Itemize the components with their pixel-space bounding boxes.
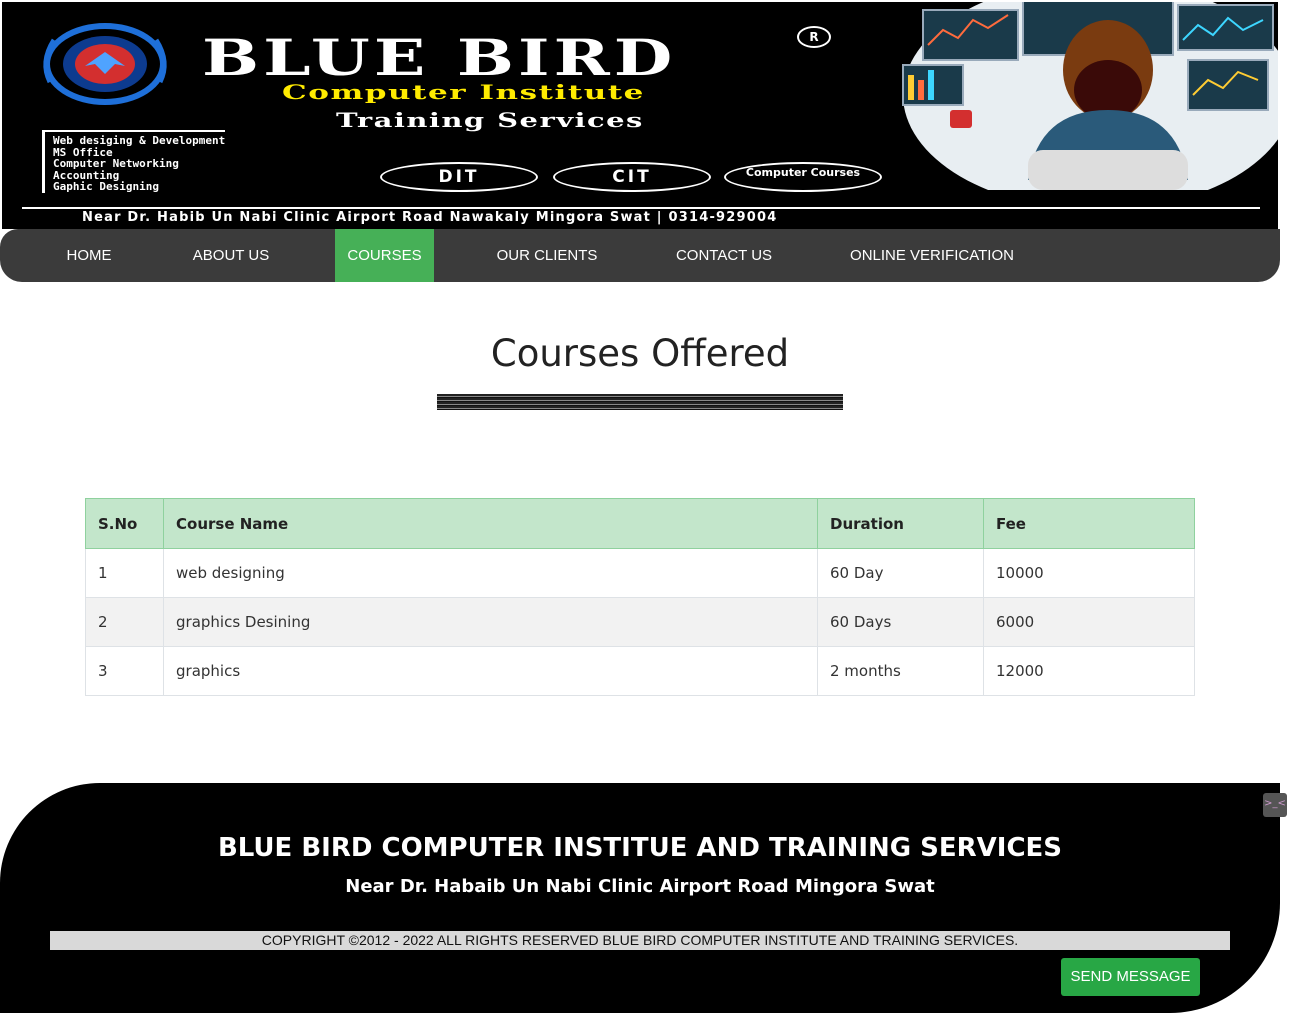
cell-fee: 12000 bbox=[983, 646, 1195, 696]
cell-duration: 60 Days bbox=[817, 597, 984, 647]
cell-fee: 10000 bbox=[983, 548, 1195, 598]
nav-item-home[interactable]: HOME bbox=[48, 229, 130, 282]
cell-course-name: web designing bbox=[163, 548, 818, 598]
cell-duration: 2 months bbox=[817, 646, 984, 696]
banner-address: Near Dr. Habib Un Nabi Clinic Airport Ro… bbox=[82, 210, 778, 225]
cell-fee: 6000 bbox=[983, 597, 1195, 647]
cell-course-name: graphics bbox=[163, 646, 818, 696]
footer-address: Near Dr. Habaib Un Nabi Clinic Airport R… bbox=[345, 876, 935, 897]
services-list: Web desiging & Development MS Office Com… bbox=[42, 130, 226, 193]
main-navigation: HOME ABOUT US COURSES OUR CLIENTS CONTAC… bbox=[0, 229, 1280, 282]
trader-illustration bbox=[902, 2, 1278, 190]
banner-divider bbox=[22, 207, 1260, 209]
program-badge-dit: DIT bbox=[380, 162, 538, 192]
table-header-row: S.No Course Name Duration Fee bbox=[85, 498, 1195, 549]
page-title: Courses Offered bbox=[490, 332, 790, 375]
service-item: Gaphic Designing bbox=[53, 180, 159, 193]
nav-item-courses[interactable]: COURSES bbox=[335, 229, 434, 282]
copyright-text: COPYRIGHT ©2012 - 2022 ALL RIGHTS RESERV… bbox=[50, 931, 1230, 950]
cell-sno: 3 bbox=[85, 646, 164, 696]
cell-course-name: graphics Desining bbox=[163, 597, 818, 647]
brand-tagline: Training Services bbox=[336, 108, 644, 132]
cell-duration: 60 Day bbox=[817, 548, 984, 598]
column-header-fee: Fee bbox=[983, 498, 1195, 549]
brand-subtitle: Computer Institute bbox=[282, 80, 645, 104]
send-message-button[interactable]: SEND MESSAGE bbox=[1061, 958, 1200, 996]
terminal-icon[interactable]: >_< bbox=[1263, 793, 1287, 817]
brand-title: BLUE BIRD bbox=[202, 28, 677, 87]
table-row: 1 web designing 60 Day 10000 bbox=[85, 548, 1195, 598]
cell-sno: 2 bbox=[85, 597, 164, 647]
title-underline-divider bbox=[437, 394, 843, 410]
cell-sno: 1 bbox=[85, 548, 164, 598]
footer-title: BLUE BIRD COMPUTER INSTITUE AND TRAINING… bbox=[217, 833, 1063, 863]
institute-emblem-logo bbox=[43, 23, 167, 105]
nav-item-contact-us[interactable]: CONTACT US bbox=[664, 229, 784, 282]
column-header-course-name: Course Name bbox=[163, 498, 818, 549]
site-footer: BLUE BIRD COMPUTER INSTITUE AND TRAINING… bbox=[0, 783, 1280, 1013]
header-banner: BLUE BIRD R Computer Institute Training … bbox=[2, 2, 1278, 229]
nav-item-our-clients[interactable]: OUR CLIENTS bbox=[486, 229, 608, 282]
program-badge-cit: CIT bbox=[553, 162, 711, 192]
table-row: 3 graphics 2 months 12000 bbox=[85, 646, 1195, 696]
courses-table: S.No Course Name Duration Fee 1 web desi… bbox=[85, 498, 1195, 696]
column-header-duration: Duration bbox=[817, 498, 984, 549]
table-row: 2 graphics Desining 60 Days 6000 bbox=[85, 597, 1195, 647]
nav-item-online-verification[interactable]: ONLINE VERIFICATION bbox=[842, 229, 1022, 282]
column-header-sno: S.No bbox=[85, 498, 164, 549]
service-item: Web desiging & Development bbox=[53, 134, 226, 147]
service-item: Computer Networking bbox=[53, 157, 179, 170]
registered-mark: R bbox=[797, 26, 831, 48]
nav-item-about-us[interactable]: ABOUT US bbox=[180, 229, 282, 282]
program-badge-computer-courses: Computer Courses bbox=[724, 162, 882, 192]
